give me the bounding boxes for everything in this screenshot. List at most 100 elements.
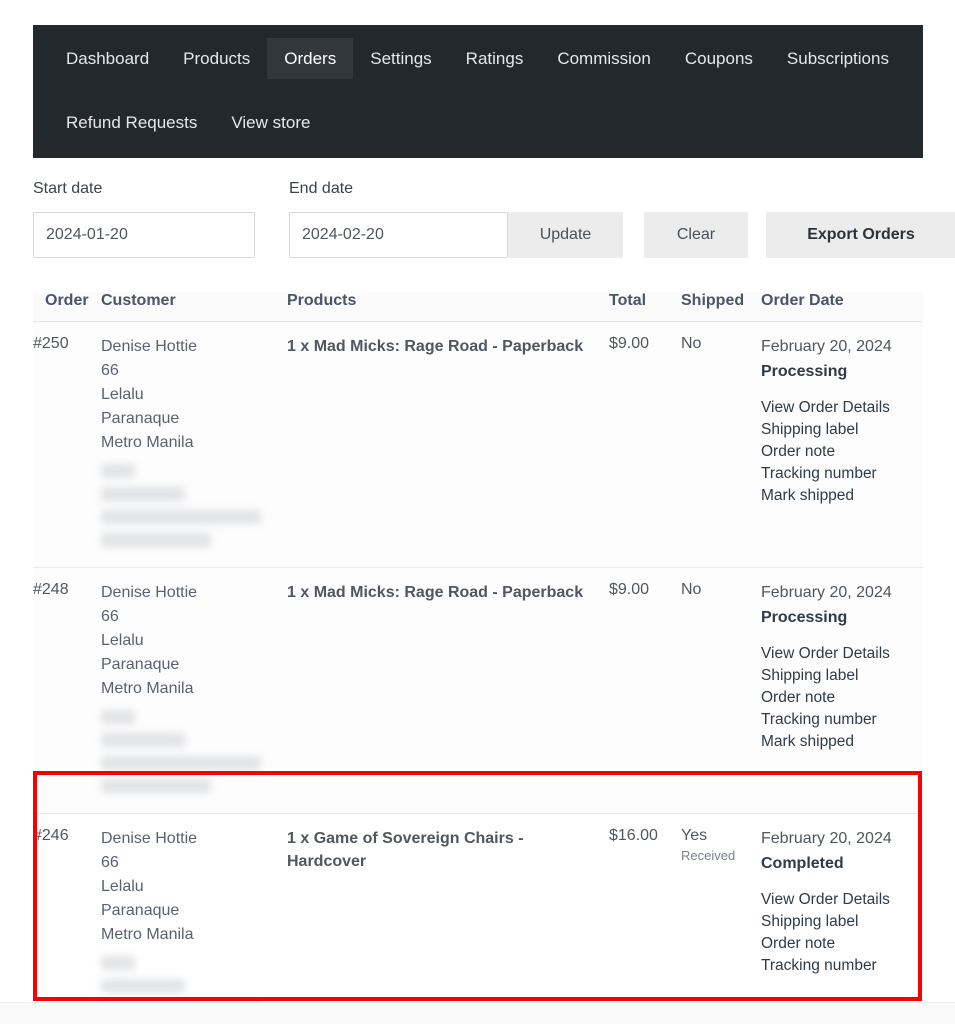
customer-address-redacted-line [101, 533, 211, 547]
order-action-shipping-label[interactable]: Shipping label [761, 911, 917, 933]
nav-item-coupons[interactable]: Coupons [668, 38, 770, 79]
order-action-view-order-details[interactable]: View Order Details [761, 397, 917, 419]
cell-order-number[interactable]: #246 [33, 813, 101, 1024]
customer-address-line: 66 [101, 854, 119, 871]
order-action-order-note[interactable]: Order note [761, 933, 917, 955]
cell-customer: Denise Hottie 66 Lelalu Paranaque Metro Mani… [101, 567, 287, 814]
customer-address-redacted-line [101, 956, 135, 970]
shipped-value: No [681, 581, 702, 598]
cell-products: 1 x Mad Micks: Rage Road - Paperback [287, 321, 609, 568]
order-action-order-note[interactable]: Order note [761, 687, 917, 709]
shipped-value: No [681, 335, 702, 352]
order-date-value: February 20, 2024 [761, 338, 892, 355]
customer-address-line: Metro Manila [101, 680, 194, 697]
cell-order-number[interactable]: #250 [33, 321, 101, 568]
customer-address-line: Lelalu [101, 632, 144, 649]
nav-item-orders[interactable]: Orders [267, 37, 354, 79]
customer-address-line: 66 [101, 362, 119, 379]
customer-address-redacted-line [101, 779, 211, 793]
header-order-date[interactable]: Order Date [761, 292, 923, 322]
customer-address-redacted-line [101, 756, 261, 770]
header-total[interactable]: Total [609, 292, 681, 322]
order-date-value: February 20, 2024 [761, 830, 892, 847]
start-date-label: Start date [33, 180, 103, 197]
nav-row-primary: Dashboard Products Orders Settings Ratings Co… [33, 25, 923, 91]
table-header-row: Order Customer Products Total Shipped Or… [33, 292, 923, 322]
header-customer[interactable]: Customer [101, 292, 287, 322]
customer-address-redacted-line [101, 710, 135, 724]
customer-address-line: Paranaque [101, 902, 180, 919]
cell-products: 1 x Game of Sovereign Chairs - Hardcover [287, 813, 609, 1024]
customer-name: Denise Hottie [101, 584, 198, 601]
order-action-tracking-number[interactable]: Tracking number [761, 709, 917, 731]
nav-item-subscriptions[interactable]: Subscriptions [770, 38, 906, 79]
cell-customer: Denise Hottie 66 Lelalu Paranaque Metro Mani… [101, 813, 287, 1024]
customer-address-redacted-line [101, 487, 185, 501]
cell-shipped: Yes Received [681, 813, 761, 1024]
customer-address-line: 66 [101, 608, 119, 625]
start-date-input[interactable] [33, 212, 255, 258]
nav-item-refund-requests[interactable]: Refund Requests [49, 102, 214, 143]
order-actions: View Order Details Shipping label Order no… [761, 889, 917, 977]
vendor-dashboard-nav: Dashboard Products Orders Settings Ratings Co… [33, 25, 923, 158]
status-badge: Completed [761, 855, 844, 872]
order-filters: Start date End date Update Clear Export … [33, 180, 955, 262]
shipped-received-note: Received [681, 848, 736, 863]
header-order[interactable]: Order [33, 292, 101, 322]
status-badge: Processing [761, 609, 848, 626]
cell-total: $9.00 [609, 321, 681, 568]
cell-order-date: February 20, 2024 Processing View Order De… [761, 321, 923, 568]
cell-shipped: No [681, 321, 761, 568]
order-action-shipping-label[interactable]: Shipping label [761, 665, 917, 687]
customer-address-line: Lelalu [101, 386, 144, 403]
order-action-tracking-number[interactable]: Tracking number [761, 463, 917, 485]
cell-total: $9.00 [609, 567, 681, 814]
customer-address-line: Metro Manila [101, 926, 194, 943]
order-actions: View Order Details Shipping label Order no… [761, 397, 917, 507]
header-products[interactable]: Products [287, 292, 609, 322]
table-row: #246 Denise Hottie 66 Lelalu Paranaque Metro … [33, 813, 923, 1024]
nav-row-secondary: Refund Requests View store [33, 91, 923, 153]
customer-address-line: Metro Manila [101, 434, 194, 451]
cell-shipped: No [681, 567, 761, 814]
header-shipped[interactable]: Shipped [681, 292, 761, 322]
order-actions: View Order Details Shipping label Order no… [761, 643, 917, 753]
customer-address-line: Paranaque [101, 410, 180, 427]
order-action-view-order-details[interactable]: View Order Details [761, 889, 917, 911]
customer-address-redacted-line [101, 733, 185, 747]
filter-controls: Update Clear Export Orders [33, 212, 955, 262]
orders-table: Order Customer Products Total Shipped Or… [33, 292, 923, 1024]
status-badge: Processing [761, 363, 848, 380]
page-footer-strip [0, 1002, 955, 1024]
table-row: #250 Denise Hottie 66 Lelalu Paranaque Metro … [33, 321, 923, 568]
cell-order-number[interactable]: #248 [33, 567, 101, 814]
order-action-tracking-number[interactable]: Tracking number [761, 955, 917, 977]
nav-item-settings[interactable]: Settings [353, 38, 448, 79]
cell-order-date: February 20, 2024 Processing View Order De… [761, 567, 923, 814]
orders-table-head: Order Customer Products Total Shipped Or… [33, 292, 923, 322]
customer-address-redacted-line [101, 979, 185, 993]
order-action-mark-shipped[interactable]: Mark shipped [761, 731, 917, 753]
order-date-value: February 20, 2024 [761, 584, 892, 601]
end-date-input[interactable] [289, 212, 508, 258]
customer-address-redacted-line [101, 464, 135, 478]
nav-item-dashboard[interactable]: Dashboard [49, 38, 166, 79]
order-action-shipping-label[interactable]: Shipping label [761, 419, 917, 441]
order-action-mark-shipped[interactable]: Mark shipped [761, 485, 917, 507]
cell-products: 1 x Mad Micks: Rage Road - Paperback [287, 567, 609, 814]
nav-item-commission[interactable]: Commission [540, 38, 668, 79]
nav-item-ratings[interactable]: Ratings [449, 38, 541, 79]
update-button[interactable]: Update [508, 212, 623, 258]
order-action-order-note[interactable]: Order note [761, 441, 917, 463]
nav-item-products[interactable]: Products [166, 38, 267, 79]
shipped-value: Yes [681, 827, 708, 844]
table-row: #248 Denise Hottie 66 Lelalu Paranaque Metro … [33, 567, 923, 814]
nav-item-view-store[interactable]: View store [214, 102, 327, 143]
order-action-view-order-details[interactable]: View Order Details [761, 643, 917, 665]
customer-name: Denise Hottie [101, 830, 198, 847]
clear-button[interactable]: Clear [644, 212, 748, 258]
export-orders-button[interactable]: Export Orders [766, 212, 955, 258]
filter-labels: Start date End date [33, 180, 923, 206]
orders-page: Dashboard Products Orders Settings Ratings Co… [0, 0, 955, 1024]
cell-total: $16.00 [609, 813, 681, 1024]
